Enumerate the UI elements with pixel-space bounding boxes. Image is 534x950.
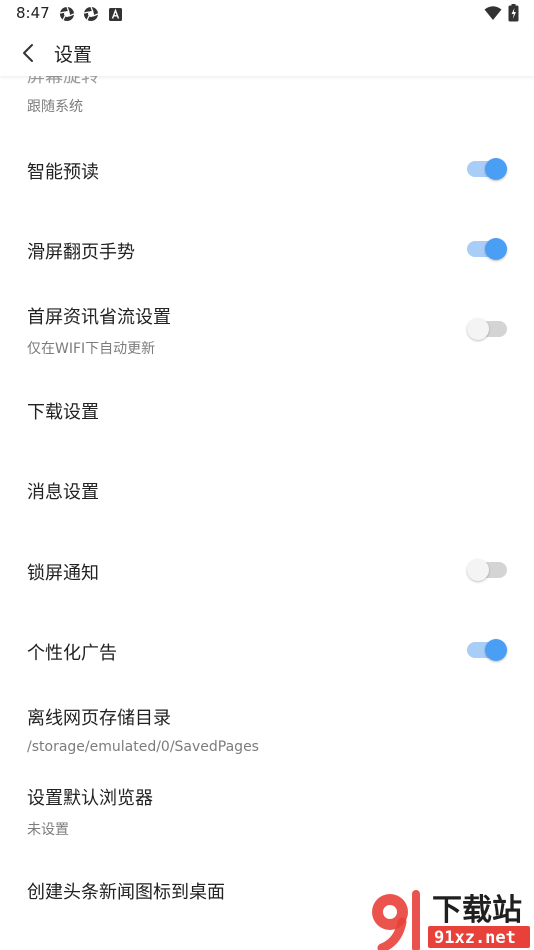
setting-title: 离线网页存储目录 <box>27 708 171 729</box>
setting-messages[interactable]: 消息设置 <box>0 456 534 524</box>
setting-subtitle: 跟随系统 <box>27 99 83 115</box>
setting-screen-rotation[interactable]: 屏幕旋转 跟随系统 <box>0 76 534 124</box>
settings-list: 屏幕旋转 跟随系统 智能预读 滑屏翻页手势 首屏资讯省流设置 仅在WIFI下自动… <box>0 76 534 950</box>
setting-personalized-ads[interactable]: 个性化广告 <box>0 617 534 685</box>
setting-subtitle: 未设置 <box>27 822 69 838</box>
watermark-logo: 下载站 91xz.net <box>372 890 530 950</box>
app-icon <box>59 6 75 21</box>
personalized-ads-toggle[interactable] <box>467 639 507 661</box>
setting-title: 锁屏通知 <box>27 563 99 584</box>
setting-title: 消息设置 <box>27 482 99 503</box>
setting-title: 滑屏翻页手势 <box>27 242 135 263</box>
setting-title: 下载设置 <box>27 402 99 423</box>
setting-title: 屏幕旋转 <box>27 76 99 87</box>
app-icon <box>83 6 99 21</box>
setting-title: 设置默认浏览器 <box>27 788 153 809</box>
setting-subtitle: /storage/emulated/0/SavedPages <box>27 739 259 755</box>
swipe-gesture-toggle[interactable] <box>467 238 507 260</box>
watermark-url: 91xz.net <box>434 928 516 948</box>
back-button[interactable] <box>14 38 44 68</box>
setting-download[interactable]: 下载设置 <box>0 376 534 444</box>
setting-lockscreen-notification[interactable]: 锁屏通知 <box>0 537 534 605</box>
app-bar: 设置 <box>0 28 534 76</box>
setting-title: 智能预读 <box>27 162 99 183</box>
lockscreen-notification-toggle[interactable] <box>467 559 507 581</box>
page-title: 设置 <box>54 44 93 66</box>
smart-preread-toggle[interactable] <box>467 158 507 180</box>
chevron-left-icon <box>23 44 33 62</box>
setting-title: 创建头条新闻图标到桌面 <box>27 882 225 903</box>
wifi-icon <box>484 6 502 20</box>
watermark-title: 下载站 <box>432 893 522 928</box>
status-bar: 8:47 <box>0 0 534 28</box>
setting-smart-preread[interactable]: 智能预读 <box>0 136 534 204</box>
homepage-data-saver-toggle[interactable] <box>467 318 507 340</box>
battery-icon <box>508 4 519 22</box>
toggle-thumb <box>485 639 507 661</box>
setting-default-browser[interactable]: 设置默认浏览器 未设置 <box>0 776 534 856</box>
setting-homepage-data-saver[interactable]: 首屏资讯省流设置 仅在WIFI下自动更新 <box>0 296 534 376</box>
toggle-thumb <box>485 158 507 180</box>
toggle-thumb <box>467 318 489 340</box>
setting-subtitle: 仅在WIFI下自动更新 <box>27 341 156 357</box>
setting-title: 个性化广告 <box>27 643 117 664</box>
setting-offline-directory[interactable]: 离线网页存储目录 /storage/emulated/0/SavedPages <box>0 696 534 776</box>
a-icon <box>109 8 122 21</box>
toggle-thumb <box>467 559 489 581</box>
setting-swipe-gesture[interactable]: 滑屏翻页手势 <box>0 216 534 284</box>
status-time: 8:47 <box>16 4 50 22</box>
setting-title: 首屏资讯省流设置 <box>27 307 171 328</box>
toggle-thumb <box>485 238 507 260</box>
